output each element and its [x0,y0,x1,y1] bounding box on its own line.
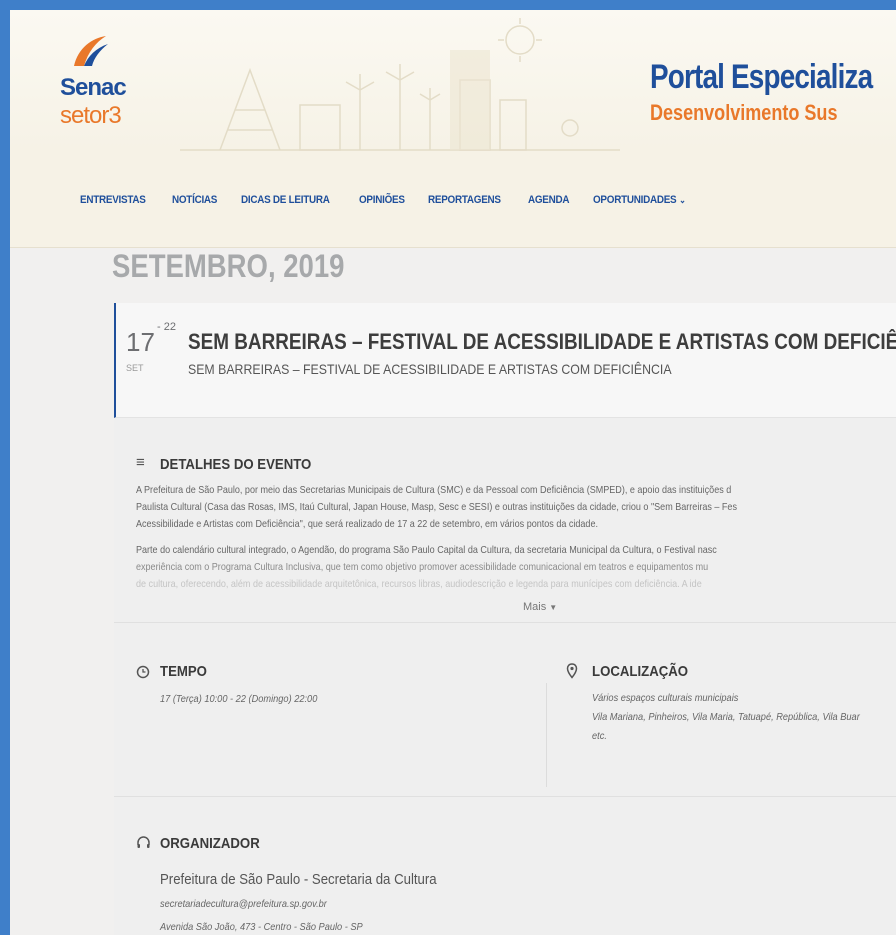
city-skyline-illustration [180,18,620,151]
details-paragraph-1: A Prefeitura de São Paulo, por meio das … [136,482,896,533]
portal-title: Portal Especializa [650,58,873,96]
triangle-down-icon: ▼ [549,603,558,612]
chevron-down-icon: ⌄ [679,195,686,205]
nav-item-opinioes[interactable]: OPINIÕES [359,194,405,206]
nav-item-oportunidades: OPORTUNIDADES [593,194,677,206]
time-value: 17 (Terça) 10:00 - 22 (Domingo) 22:00 [160,693,318,705]
location-name: Vários espaços culturais municipais [592,692,739,704]
details-line: de cultura, oferecendo, além de acessibi… [136,578,702,590]
senac-setor3-logo[interactable]: Senac setor3 [50,32,140,142]
location-etc: etc. [592,730,607,742]
event-title[interactable]: SEM BARREIRAS – FESTIVAL DE ACESSIBILIDA… [188,329,896,355]
time-location-section: TEMPO 17 (Terça) 10:00 - 22 (Domingo) 22… [114,623,896,797]
details-paragraph-2: Parte do calendário cultural integrado, … [136,542,896,593]
location-details[interactable]: Vários espaços culturais municipais Vila… [592,689,860,746]
details-heading: DETALHES DO EVENTO [160,456,312,473]
event-subtitle: SEM BARREIRAS – FESTIVAL DE ACESSIBILIDA… [188,361,672,377]
nav-item-oportunidades-wrap[interactable]: OPORTUNIDADES ⌄ [593,194,686,206]
nav-item-entrevistas[interactable]: ENTREVISTAS [80,194,146,206]
map-pin-icon [566,663,578,679]
browser-frame: Senac setor3 Portal Especializa Desenvol… [10,10,896,935]
organizer-email[interactable]: secretariadecultura@prefeitura.sp.gov.br [160,894,327,914]
list-icon: ≡ [136,454,145,471]
organizer-section: ORGANIZADOR Prefeitura de São Paulo - Se… [114,797,896,935]
time-heading: TEMPO [160,663,207,680]
show-more-button[interactable]: Mais ▼ [520,601,561,613]
nav-item-noticias[interactable]: NOTÍCIAS [172,194,217,206]
details-line: Paulista Cultural (Casa das Rosas, IMS, … [136,501,737,513]
details-line: A Prefeitura de São Paulo, por meio das … [136,484,732,496]
location-neighborhoods: Vila Mariana, Pinheiros, Vila Maria, Tat… [592,711,860,723]
details-line: Acessibilidade e Artistas com Deficiênci… [136,518,598,530]
nav-item-dicas-de-leitura[interactable]: DICAS DE LEITURA [241,194,330,206]
event-month: SET [126,363,144,373]
show-more-label: Mais [523,601,547,613]
logo-setor3-text: setor3 [60,102,122,129]
organizer-name[interactable]: Prefeitura de São Paulo - Secretaria da … [160,871,437,888]
clock-icon [136,665,150,679]
column-divider [546,683,547,787]
swoosh-icon [74,36,108,66]
headphones-icon [137,836,150,848]
nav-item-agenda[interactable]: AGENDA [528,194,570,206]
portal-subtitle: Desenvolvimento Sus [650,100,838,125]
event-card[interactable]: 17 - 22 SET SEM BARREIRAS – FESTIVAL DE … [114,303,896,418]
details-line: experiência com o Programa Cultura Inclu… [136,561,709,573]
event-day-start: 17 [126,327,155,357]
details-line: Parte do calendário cultural integrado, … [136,544,717,556]
organizer-address: Avenida São João, 473 - Centro - São Pau… [160,921,363,933]
event-day-end: - 22 [157,321,176,333]
nav-item-reportagens[interactable]: REPORTAGENS [428,194,501,206]
month-heading: SETEMBRO, 2019 [112,248,345,284]
site-header: Senac setor3 Portal Especializa Desenvol… [10,10,896,152]
main-nav: ENTREVISTAS NOTÍCIAS DICAS DE LEITURA OP… [10,152,896,248]
organizer-heading: ORGANIZADOR [160,835,260,852]
location-heading: LOCALIZAÇÃO [592,663,689,680]
event-details-section: ≡ DETALHES DO EVENTO A Prefeitura de São… [114,418,896,623]
logo-senac-text: Senac [60,74,127,101]
